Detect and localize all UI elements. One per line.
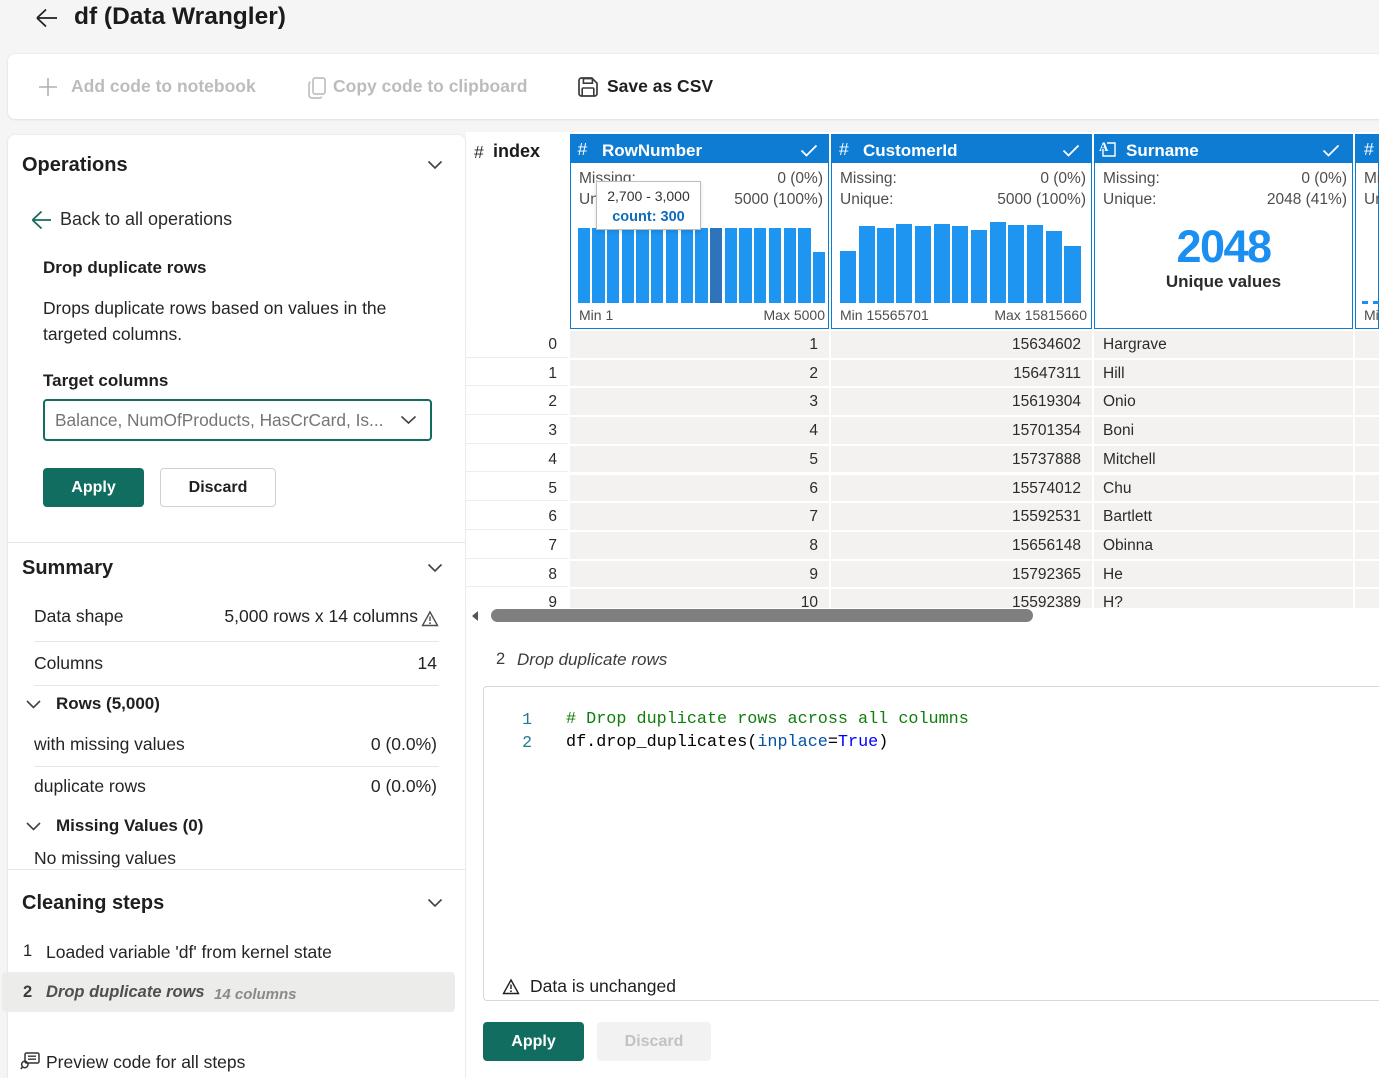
svg-text:A: A — [1099, 140, 1109, 154]
